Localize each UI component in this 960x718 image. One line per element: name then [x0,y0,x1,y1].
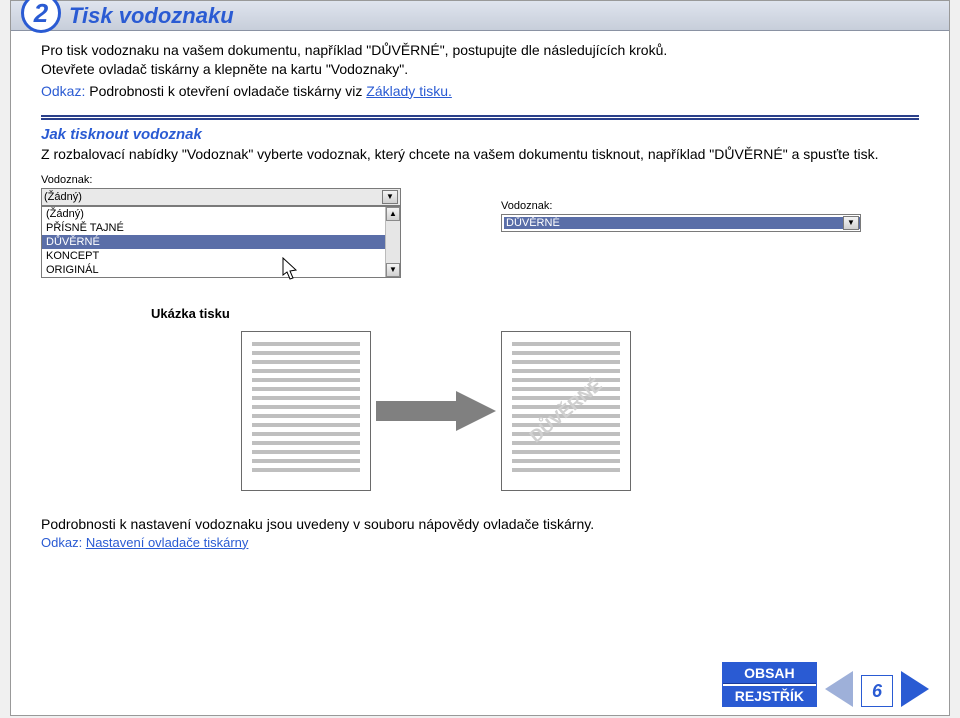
list-item[interactable]: ORIGINÁL [42,263,400,277]
watermark-combo-selected[interactable]: DŮVĚRNÉ ▼ [501,214,861,232]
bottom-note: Podrobnosti k nastavení vodoznaku jsou u… [41,516,919,532]
chevron-down-icon[interactable]: ▼ [843,216,859,230]
nav-next-icon[interactable] [901,671,929,707]
nav-contents-button[interactable]: OBSAH [723,663,816,684]
watermark-text: DŮVĚRNÉ [526,374,607,447]
combo-value: (Žádný) [44,191,82,203]
cursor-icon [282,257,302,285]
combo-value: DŮVĚRNÉ [504,217,860,229]
sub-text: Z rozbalovací nabídky "Vodoznak" vyberte… [41,145,919,164]
chevron-down-icon[interactable]: ▼ [382,190,398,204]
scrollbar[interactable]: ▲ ▼ [385,207,400,277]
nav-index-button[interactable]: REJSTŘÍK [723,686,816,706]
list-item[interactable]: (Žádný) [42,207,400,221]
reference-text: Podrobnosti k otevření ovladače tiskárny… [89,83,366,99]
preview-label: Ukázka tisku [151,306,919,321]
section-number-badge: 2 [21,0,61,33]
bottom-nav: OBSAH REJSTŘÍK 6 [722,662,929,707]
scroll-down-icon[interactable]: ▼ [386,263,400,277]
watermark-listbox[interactable]: (Žádný) PŘÍSNĚ TAJNÉ DŮVĚRNÉ KONCEPT ORI… [41,206,401,278]
nav-links: OBSAH REJSTŘÍK [722,662,817,707]
intro-block: Pro tisk vodoznaku na vašem dokumentu, n… [41,41,919,101]
dropdown-label: Vodoznak: [41,174,401,186]
reference-label: Odkaz: [41,535,82,550]
reference-link-driver-settings[interactable]: Nastavení ovladače tiskárny [86,535,249,550]
page-after: DŮVĚRNÉ [501,331,631,491]
watermark-dropdown-expanded: Vodoznak: (Žádný) ▼ (Žádný) PŘÍSNĚ TAJNÉ… [41,174,401,278]
reference-label: Odkaz: [41,83,85,99]
document-page: 2 Tisk vodoznaku Pro tisk vodoznaku na v… [10,0,950,716]
page-number: 6 [861,675,893,707]
nav-prev-icon[interactable] [825,671,853,707]
sub-heading: Jak tisknout vodoznak [41,126,919,143]
list-item[interactable]: KONCEPT [42,249,400,263]
list-item-selected[interactable]: DŮVĚRNÉ [42,235,400,249]
intro-line-2: Otevřete ovladač tiskárny a klepněte na … [41,60,919,79]
section-header: 2 Tisk vodoznaku [11,1,949,31]
divider [41,115,919,120]
scroll-up-icon[interactable]: ▲ [386,207,400,221]
intro-line-1: Pro tisk vodoznaku na vašem dokumentu, n… [41,41,919,60]
page-before [241,331,371,491]
watermark-dropdown-collapsed: Vodoznak: DŮVĚRNÉ ▼ [501,200,861,278]
print-preview: Ukázka tisku DŮVĚRNÉ [71,306,919,491]
dropdown-label: Vodoznak: [501,200,861,212]
section-title: Tisk vodoznaku [69,3,234,29]
watermark-combo[interactable]: (Žádný) ▼ [41,188,401,206]
list-item[interactable]: PŘÍSNĚ TAJNÉ [42,221,400,235]
reference-link-basics[interactable]: Základy tisku. [366,83,452,99]
arrow-icon [376,392,496,430]
